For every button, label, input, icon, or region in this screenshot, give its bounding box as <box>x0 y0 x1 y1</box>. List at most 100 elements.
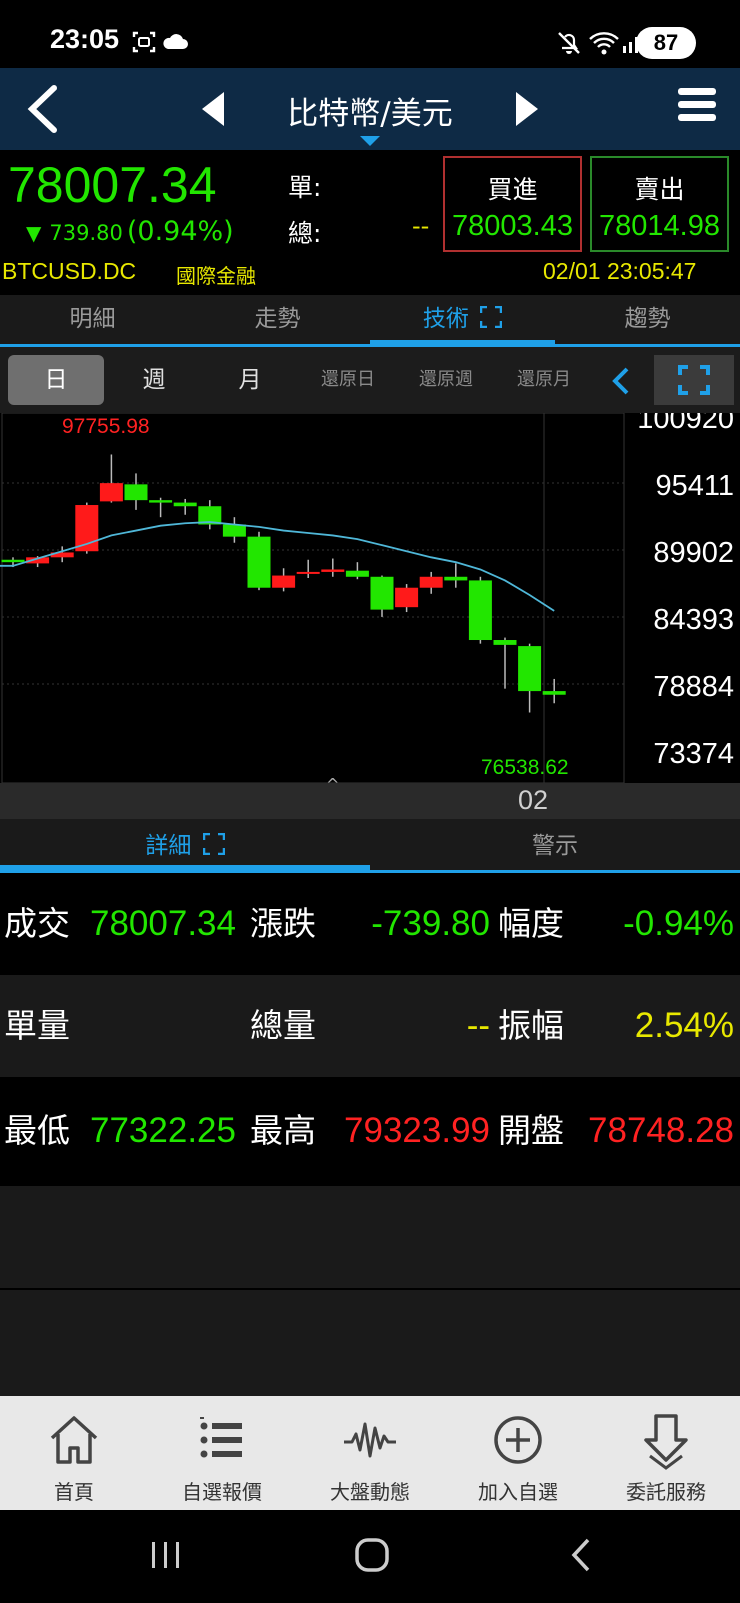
candle-body <box>542 691 566 695</box>
nav-market[interactable]: 大盤動態 <box>296 1396 444 1510</box>
symbol-code: BTCUSD.DC <box>2 258 137 284</box>
high-value-label: 97755.98 <box>62 415 150 438</box>
chevron-up-icon[interactable]: ^ <box>326 775 339 794</box>
nav-watchlist-label: 自選報價 <box>182 1480 262 1504</box>
download-arrow-icon <box>644 1414 688 1470</box>
quote-panel: 78007.34 ▼ 739.80 (0.94%) 單: 總: -- 買進 7800… <box>0 150 740 295</box>
next-symbol-arrow-icon[interactable] <box>516 92 538 126</box>
tab-alert[interactable]: 警示 <box>370 819 740 870</box>
hamburger-menu-icon[interactable] <box>678 88 716 128</box>
fullscreen-icon <box>678 365 710 395</box>
change-amount: 739.80 <box>49 221 123 245</box>
label-trade: 成交 <box>4 904 70 943</box>
chart-x-axis: ^ 02 <box>0 775 740 819</box>
label-high: 最高 <box>250 1111 316 1150</box>
candle-body <box>149 500 173 503</box>
period-selector: 日 週 月 還原日 還原週 還原月 <box>0 347 740 413</box>
label-percent: 幅度 <box>498 904 564 943</box>
sell-price-box[interactable]: 賣出 78014.98 <box>590 156 729 252</box>
y-tick-label: 95411 <box>656 470 735 502</box>
detail-row-trade: 成交 78007.34 漲跌 -739.80 幅度 -0.94% <box>0 873 740 975</box>
candle-body <box>272 575 296 588</box>
detail-row-volume: 單量 總量 -- 振幅 2.54% <box>0 975 740 1077</box>
quote-datetime: 02/01 23:05:47 <box>543 258 697 284</box>
value-open: 78748.28 <box>588 1111 734 1150</box>
candle-body <box>419 576 443 588</box>
tab-detail[interactable]: 詳細 <box>0 819 370 870</box>
battery-indicator: 87 <box>636 27 696 59</box>
nav-add-watchlist-label: 加入自選 <box>478 1480 558 1504</box>
add-circle-icon <box>494 1416 542 1464</box>
candle-body <box>395 587 419 608</box>
candle-body <box>296 571 320 574</box>
back-button-icon[interactable] <box>566 1530 596 1580</box>
title-dropdown-caret-icon[interactable] <box>360 136 380 146</box>
bottom-nav: 首頁 自選報價 大盤動態 加入自選 委託服務 <box>0 1396 740 1510</box>
period-week[interactable]: 週 <box>106 355 202 405</box>
period-adjusted-month[interactable]: 還原月 <box>496 355 592 405</box>
tab-technical-label: 技術 <box>422 306 469 332</box>
nav-home-label: 首頁 <box>54 1480 94 1504</box>
nav-market-label: 大盤動態 <box>330 1480 410 1504</box>
recent-apps-icon[interactable] <box>148 1530 184 1580</box>
tab-details[interactable]: 明細 <box>0 295 185 344</box>
detail-row-range: 最低 77322.25 最高 79323.99 開盤 78748.28 <box>0 1080 740 1182</box>
expand-icon <box>202 832 225 856</box>
y-tick-label: 100920 <box>637 413 734 435</box>
tab-trend[interactable]: 走勢 <box>185 295 370 344</box>
detail-tabs: 詳細 警示 <box>0 819 740 873</box>
expand-icon <box>479 305 503 329</box>
home-button-icon[interactable] <box>352 1530 392 1580</box>
candle-body <box>345 570 369 577</box>
candle-body <box>124 484 148 501</box>
candle-body <box>247 536 271 588</box>
tab-technical[interactable]: 技術 <box>370 295 555 344</box>
value-low: 77322.25 <box>90 1111 236 1150</box>
status-time: 23:05 <box>50 24 120 54</box>
buy-price: 78003.43 <box>452 210 573 242</box>
change-percent: (0.94%) <box>126 216 234 247</box>
period-day[interactable]: 日 <box>8 355 104 405</box>
candle-body <box>444 576 468 581</box>
nav-watchlist[interactable]: 自選報價 <box>148 1396 296 1510</box>
unit-volume-label: 單: <box>288 173 322 202</box>
scroll-left-chevron-icon[interactable] <box>605 365 637 397</box>
y-tick-label: 84393 <box>653 604 734 636</box>
pulse-icon <box>344 1422 396 1458</box>
main-tabs: 明細 走勢 技術 趨勢 <box>0 295 740 347</box>
tab-tendency[interactable]: 趨勢 <box>555 295 740 344</box>
candle-body <box>518 646 542 692</box>
detail-row-empty <box>0 1186 740 1288</box>
label-unit-volume: 單量 <box>4 1006 70 1045</box>
nav-order-service-label: 委託服務 <box>626 1480 706 1504</box>
period-adjusted-day[interactable]: 還原日 <box>300 355 396 405</box>
buy-label: 買進 <box>487 175 538 204</box>
nav-header: 比特幣/美元 <box>0 68 740 150</box>
candlestick-chart[interactable]: 100920 95411 89902 84393 78884 73374 97755.98 7… <box>0 413 740 783</box>
down-triangle-icon: ▼ <box>26 221 42 245</box>
candle-body <box>370 576 394 610</box>
candle-body <box>493 640 517 645</box>
total-volume-label: 總: <box>288 219 322 248</box>
label-low: 最低 <box>4 1111 70 1150</box>
candle-body <box>222 524 246 537</box>
nav-add-watchlist[interactable]: 加入自選 <box>444 1396 592 1510</box>
list-icon <box>200 1417 242 1458</box>
system-nav-bar <box>0 1510 740 1603</box>
value-high: 79323.99 <box>344 1111 490 1150</box>
screenshot-icon <box>132 31 156 53</box>
candle-body <box>321 569 345 572</box>
cloud-icon <box>163 34 188 49</box>
value-percent: -0.94% <box>623 904 734 943</box>
candle-body <box>1 559 25 563</box>
period-month[interactable]: 月 <box>202 355 298 405</box>
nav-home[interactable]: 首頁 <box>0 1396 148 1510</box>
exchange-name: 國際金融 <box>176 264 256 288</box>
fullscreen-button[interactable] <box>654 355 734 405</box>
label-change: 漲跌 <box>250 904 316 943</box>
value-amplitude: 2.54% <box>634 1006 734 1045</box>
buy-price-box[interactable]: 買進 78003.43 <box>443 156 582 252</box>
page-title[interactable]: 比特幣/美元 <box>0 88 740 133</box>
period-adjusted-week[interactable]: 還原週 <box>398 355 494 405</box>
nav-order-service[interactable]: 委託服務 <box>592 1396 740 1510</box>
